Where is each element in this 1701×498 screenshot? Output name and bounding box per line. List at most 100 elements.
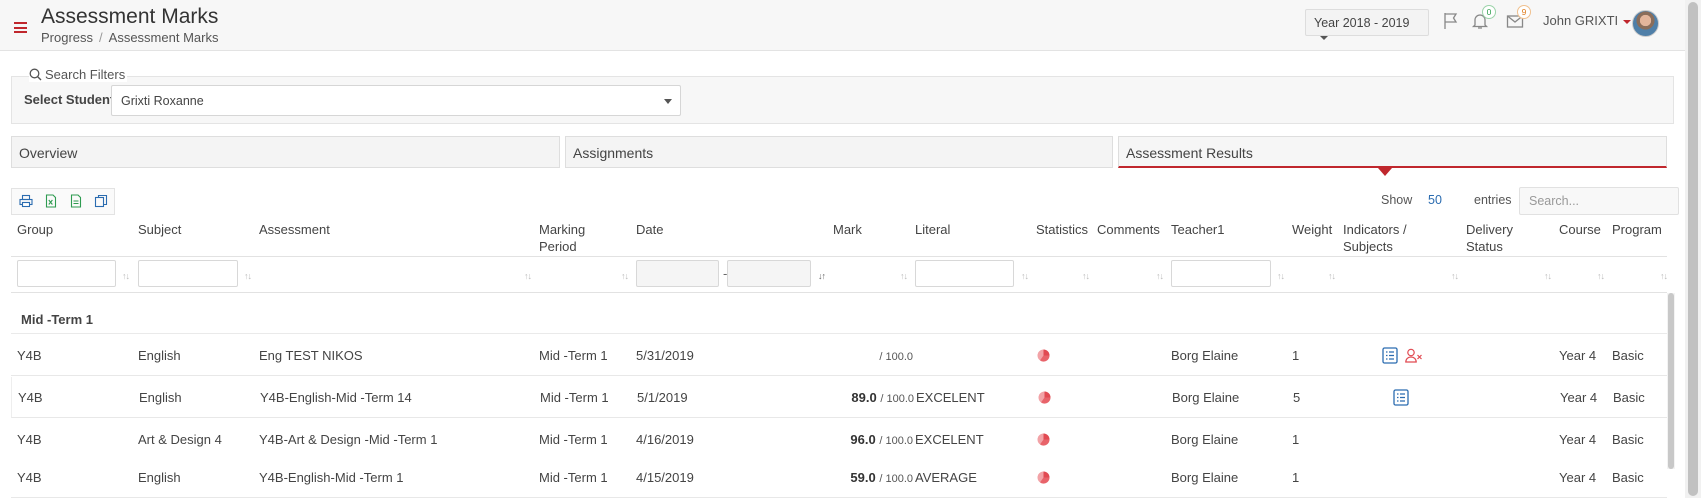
- select-student-label: Select Student: [24, 92, 115, 107]
- col-header-indicators[interactable]: Indicators / Subjects: [1343, 221, 1407, 255]
- tab-assessment-results[interactable]: Assessment Results: [1118, 136, 1667, 168]
- user-name: John GRIXTI: [1543, 13, 1619, 28]
- cell-group: Y4B: [17, 432, 42, 447]
- bell-icon[interactable]: 0: [1471, 5, 1496, 32]
- cell-marking-period: Mid -Term 1: [539, 432, 608, 447]
- filter-input-subject[interactable]: [138, 260, 238, 287]
- cell-group: Y4B: [18, 390, 43, 405]
- avatar[interactable]: [1632, 10, 1659, 37]
- cell-group: Y4B: [17, 470, 42, 485]
- cell-weight: 1: [1292, 348, 1300, 363]
- page-scrollbar-thumb[interactable]: [1688, 2, 1698, 496]
- col-header-date[interactable]: Date: [636, 221, 663, 238]
- cell-program: Basic: [1612, 470, 1644, 485]
- sort-icon[interactable]: ↑↓: [1328, 271, 1336, 281]
- sort-icon[interactable]: ↑↓: [244, 271, 252, 281]
- indicator-list-icon[interactable]: [1382, 347, 1398, 364]
- cell-subject: Art & Design 4: [138, 432, 222, 447]
- sort-icon[interactable]: ↑↓: [1544, 271, 1552, 281]
- sort-icon[interactable]: ↑↓: [1021, 271, 1029, 281]
- col-header-weight[interactable]: Weight: [1292, 221, 1332, 238]
- filter-input-date-to[interactable]: [727, 260, 811, 287]
- cell-date: 4/15/2019: [636, 470, 694, 485]
- indicator-list-icon[interactable]: [1393, 389, 1409, 406]
- active-tab-indicator: [1378, 168, 1392, 176]
- table-row[interactable]: Y4B Art & Design 4 Y4B-Art & Design -Mid…: [11, 419, 1667, 460]
- filter-input-teacher[interactable]: [1171, 260, 1271, 287]
- table-search-input[interactable]: [1519, 187, 1679, 215]
- sort-icon[interactable]: ↑↓: [1660, 271, 1668, 281]
- print-icon[interactable]: [19, 194, 35, 210]
- page-length-select[interactable]: 50: [1428, 193, 1442, 207]
- table-scrollbar-thumb[interactable]: [1668, 293, 1674, 469]
- csv-icon[interactable]: [69, 194, 85, 210]
- table-row[interactable]: Y4B English Eng TEST NIKOS Mid -Term 1 5…: [11, 335, 1667, 376]
- show-label: Show: [1381, 193, 1413, 207]
- col-header-group[interactable]: Group: [17, 221, 53, 238]
- mark-value: 59.0: [850, 470, 876, 485]
- col-header-literal[interactable]: Literal: [915, 221, 950, 238]
- cell-weight: 5: [1293, 390, 1301, 405]
- search-filters-legend[interactable]: Search Filters: [29, 67, 128, 82]
- sort-icon[interactable]: ↑↓: [524, 271, 532, 281]
- mark-max: / 100.0: [880, 393, 914, 405]
- cell-mark: 89.0 / 100.0: [792, 377, 914, 418]
- pie-chart-icon[interactable]: [1037, 433, 1050, 446]
- breadcrumb-progress[interactable]: Progress: [41, 30, 93, 45]
- cell-program: Basic: [1613, 390, 1645, 405]
- sort-icon[interactable]: ↑↓: [621, 271, 629, 281]
- col-header-subject[interactable]: Subject: [138, 221, 181, 238]
- sort-icon[interactable]: ↑↓: [900, 271, 908, 281]
- sort-icon[interactable]: ↑↓: [1451, 271, 1459, 281]
- menu-icon[interactable]: [14, 22, 27, 33]
- pie-chart-icon[interactable]: [1037, 471, 1050, 484]
- table-row[interactable]: Y4B English Y4B-English-Mid -Term 14 Mid…: [11, 377, 1667, 418]
- col-header-marking-period-line2: Period: [539, 239, 577, 254]
- envelope-icon[interactable]: 9: [1506, 5, 1531, 32]
- filter-input-date-from[interactable]: [636, 260, 719, 287]
- col-header-delivery-status[interactable]: Delivery Status: [1466, 221, 1513, 255]
- sort-icon[interactable]: ↑↓: [122, 271, 130, 281]
- col-header-delivery-line1: Delivery: [1466, 222, 1513, 237]
- pie-chart-icon[interactable]: [1038, 391, 1051, 404]
- flag-icon[interactable]: [1442, 12, 1462, 32]
- chevron-down-icon: [1320, 35, 1328, 40]
- filter-input-literal[interactable]: [915, 260, 1014, 287]
- table-row[interactable]: Y4B English Y4B-English-Mid -Term 1 Mid …: [11, 457, 1667, 498]
- table-scrollbar[interactable]: [1667, 293, 1675, 469]
- col-header-program[interactable]: Program: [1612, 221, 1662, 238]
- tab-overview[interactable]: Overview: [11, 136, 560, 168]
- cell-subject: English: [138, 470, 181, 485]
- user-menu[interactable]: John GRIXTI: [1543, 13, 1632, 28]
- col-header-marking-period[interactable]: Marking Period: [539, 221, 585, 255]
- search-icon: [29, 68, 42, 81]
- tab-assignments[interactable]: Assignments: [565, 136, 1113, 168]
- sort-icon[interactable]: ↑↓: [1156, 271, 1164, 281]
- sort-icon[interactable]: ↑↓: [1597, 271, 1605, 281]
- col-header-assessment[interactable]: Assessment: [259, 221, 330, 238]
- col-header-course[interactable]: Course: [1559, 221, 1601, 238]
- copy-icon[interactable]: [94, 194, 110, 210]
- cell-teacher: Borg Elaine: [1172, 390, 1240, 405]
- cell-course: Year 4: [1559, 470, 1597, 485]
- cell-course: Year 4: [1560, 390, 1598, 405]
- col-header-indicators-line2: Subjects: [1343, 239, 1393, 254]
- pie-chart-icon[interactable]: [1037, 349, 1050, 362]
- cell-group: Y4B: [17, 348, 42, 363]
- col-header-mark[interactable]: Mark: [833, 221, 862, 238]
- sort-icon[interactable]: ↑↓: [1082, 271, 1090, 281]
- col-header-teacher[interactable]: Teacher1: [1171, 221, 1224, 238]
- page-scrollbar[interactable]: [1685, 0, 1701, 498]
- cell-assessment: Y4B-English-Mid -Term 1: [259, 470, 404, 485]
- col-header-delivery-line2: Status: [1466, 239, 1503, 254]
- user-remove-icon[interactable]: [1405, 348, 1423, 363]
- sort-active-icon[interactable]: ↓↑: [818, 271, 826, 281]
- filter-input-group[interactable]: [17, 260, 116, 287]
- student-select[interactable]: Grixti Roxanne: [111, 85, 681, 116]
- sort-icon[interactable]: ↑↓: [1277, 271, 1285, 281]
- col-header-statistics[interactable]: Statistics: [1036, 221, 1088, 238]
- col-header-comments[interactable]: Comments: [1097, 221, 1160, 238]
- cell-literal: EXCELENT: [915, 432, 984, 447]
- year-selector[interactable]: Year 2018 - 2019: [1305, 9, 1429, 40]
- excel-icon[interactable]: [44, 194, 60, 210]
